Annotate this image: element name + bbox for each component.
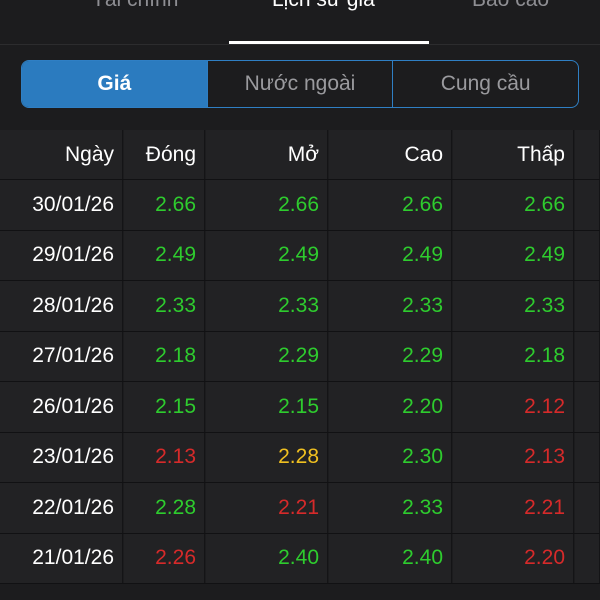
table-header-row: Ngày Đóng Mở Cao Thấp <box>0 130 600 180</box>
table-row[interactable]: 26/01/26 2.15 2.15 2.20 2.12 <box>0 382 600 433</box>
header-high[interactable]: Cao <box>329 130 452 179</box>
table-row[interactable]: 23/01/26 2.13 2.28 2.30 2.13 <box>0 432 600 483</box>
row-low: 2.21 <box>453 483 574 533</box>
row-high: 2.40 <box>329 533 452 583</box>
row-date: 30/01/26 <box>0 180 123 230</box>
row-close: 2.18 <box>124 331 205 381</box>
row-close: 2.15 <box>124 382 205 432</box>
row-extra <box>575 533 600 583</box>
row-high: 2.33 <box>329 483 452 533</box>
row-date: 27/01/26 <box>0 331 123 381</box>
row-date: 23/01/26 <box>0 432 123 482</box>
segment-price[interactable]: Giá <box>22 61 207 107</box>
row-extra <box>575 432 600 482</box>
segmented-control: Giá Nước ngoài Cung cầu <box>21 60 579 108</box>
row-close: 2.66 <box>124 180 205 230</box>
row-date: 29/01/26 <box>0 230 123 280</box>
tab-reports[interactable]: Báo cáo <box>472 0 549 12</box>
row-date: 21/01/26 <box>0 533 123 583</box>
row-high: 2.30 <box>329 432 452 482</box>
row-low: 2.13 <box>453 432 574 482</box>
row-low: 2.49 <box>453 230 574 280</box>
segment-supply-demand[interactable]: Cung cầu <box>392 61 578 107</box>
row-high: 2.66 <box>329 180 452 230</box>
row-high: 2.49 <box>329 230 452 280</box>
row-open: 2.49 <box>206 230 328 280</box>
table-row[interactable]: 22/01/26 2.28 2.21 2.33 2.21 <box>0 483 600 534</box>
row-extra <box>575 483 600 533</box>
row-open: 2.28 <box>206 432 328 482</box>
row-low: 2.18 <box>453 331 574 381</box>
header-low[interactable]: Thấp <box>453 130 574 179</box>
row-extra <box>575 331 600 381</box>
row-extra <box>575 281 600 331</box>
divider <box>0 44 600 45</box>
row-close: 2.28 <box>124 483 205 533</box>
header-close[interactable]: Đóng <box>124 130 205 179</box>
row-open: 2.21 <box>206 483 328 533</box>
row-low: 2.33 <box>453 281 574 331</box>
table-row[interactable]: 27/01/26 2.18 2.29 2.29 2.18 <box>0 331 600 382</box>
row-open: 2.33 <box>206 281 328 331</box>
row-date: 22/01/26 <box>0 483 123 533</box>
row-extra <box>575 180 600 230</box>
table-row[interactable]: 21/01/26 2.26 2.40 2.40 2.20 <box>0 533 600 584</box>
row-open: 2.29 <box>206 331 328 381</box>
row-open: 2.40 <box>206 533 328 583</box>
header-extra-column <box>575 130 600 179</box>
row-close: 2.49 <box>124 230 205 280</box>
row-extra <box>575 382 600 432</box>
table-row[interactable]: 30/01/26 2.66 2.66 2.66 2.66 <box>0 180 600 231</box>
row-close: 2.33 <box>124 281 205 331</box>
row-date: 28/01/26 <box>0 281 123 331</box>
row-low: 2.66 <box>453 180 574 230</box>
row-high: 2.33 <box>329 281 452 331</box>
row-open: 2.66 <box>206 180 328 230</box>
row-date: 26/01/26 <box>0 382 123 432</box>
table-row[interactable]: 29/01/26 2.49 2.49 2.49 2.49 <box>0 230 600 281</box>
header-open[interactable]: Mở <box>206 130 328 179</box>
row-high: 2.29 <box>329 331 452 381</box>
row-extra <box>575 230 600 280</box>
row-close: 2.13 <box>124 432 205 482</box>
row-low: 2.12 <box>453 382 574 432</box>
table-row[interactable]: 28/01/26 2.33 2.33 2.33 2.33 <box>0 281 600 332</box>
top-tab-bar: Tài chính Lịch sử giá Báo cáo <box>0 0 600 44</box>
row-close: 2.26 <box>124 533 205 583</box>
header-date[interactable]: Ngày <box>0 130 123 179</box>
tab-financials[interactable]: Tài chính <box>92 0 178 12</box>
price-table: Ngày Đóng Mở Cao Thấp 30/01/26 2.66 2.66… <box>0 130 600 584</box>
row-open: 2.15 <box>206 382 328 432</box>
segment-foreign[interactable]: Nước ngoài <box>206 61 393 107</box>
row-low: 2.20 <box>453 533 574 583</box>
price-history-screen: Tài chính Lịch sử giá Báo cáo Giá Nước n… <box>0 0 600 600</box>
tab-price-history[interactable]: Lịch sử giá <box>272 0 375 12</box>
row-high: 2.20 <box>329 382 452 432</box>
